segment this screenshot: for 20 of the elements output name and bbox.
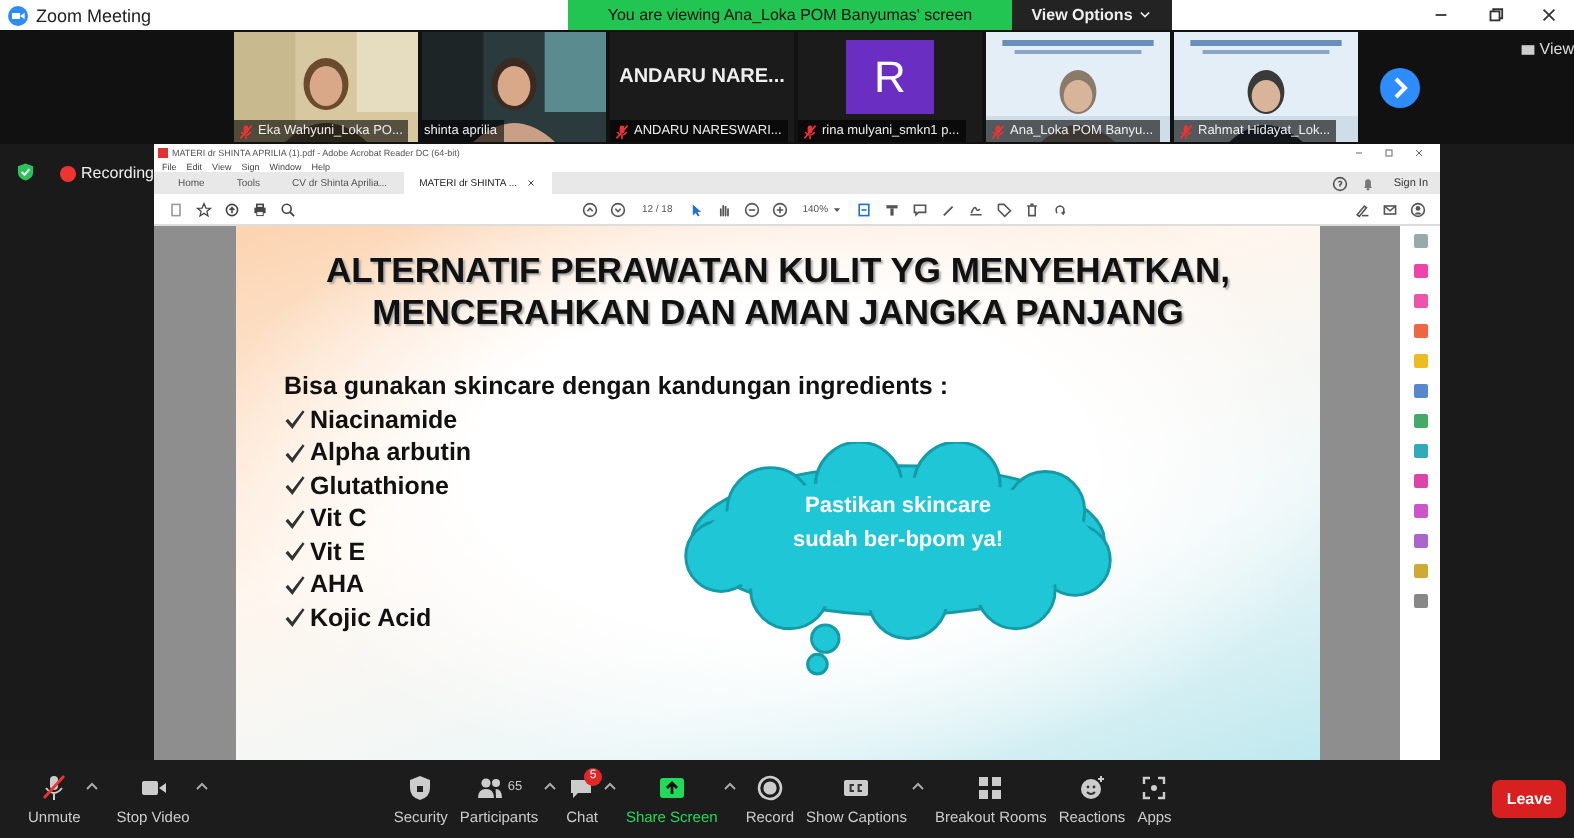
bubble-text: sudah ber-bpom ya! (792, 526, 1004, 556)
slide-intro: Bisa gunakan skincare dengan kandungan ingredients : (284, 370, 949, 403)
ingredient-text: Niacinamide (310, 403, 458, 436)
ingredient-text: Kojic Acid (310, 601, 432, 634)
leave-button[interactable]: Leave (1492, 780, 1566, 818)
avatar-initial: R (846, 40, 934, 114)
slide-title: ALTERNATIF PERAWATAN KULIT YG MENYEHATKAN, (325, 250, 1231, 292)
recording-indicator[interactable]: Recording (59, 164, 154, 182)
bubble-text: Pastikan skincare (805, 492, 991, 522)
window-title: Zoom Meeting (36, 5, 152, 25)
ingredient-text: Glutathione (310, 469, 449, 502)
ingredient-text: Alpha arbutin (310, 436, 472, 469)
ingredient-text: Vit C (310, 502, 367, 535)
ingredient-text: Vit E (310, 535, 366, 568)
ingredient-text: AHA (310, 568, 365, 601)
view-button[interactable]: View (1519, 40, 1574, 58)
participant-display-name: ANDARU NARE... (619, 66, 785, 88)
slide-title: MENCERAHKAN DAN AMAN JANGKA PANJANG (372, 292, 1184, 334)
share-banner: You are viewing Ana_Loka POM Banyumas' screen (568, 0, 1012, 30)
view-options-button[interactable]: View Options (1012, 0, 1172, 30)
